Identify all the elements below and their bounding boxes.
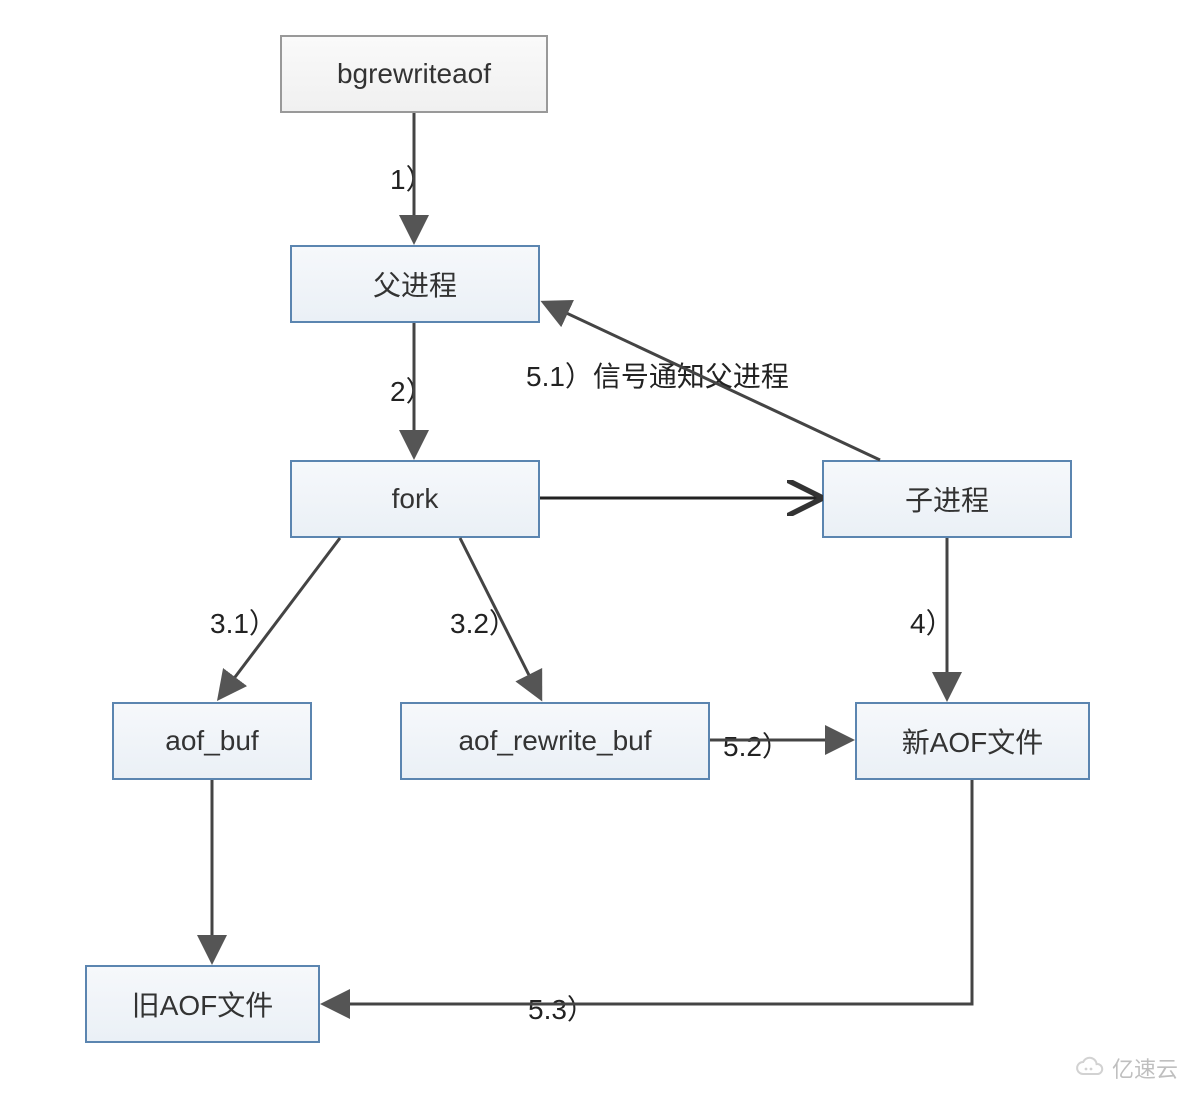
node-new-aof-file: 新AOF文件	[855, 702, 1090, 780]
edge-label-3-1: 3.1）	[210, 602, 277, 642]
node-aof-buf: aof_buf	[112, 702, 312, 780]
edge-label-5-2: 5.2）	[723, 725, 790, 765]
edge-label-3-2: 3.2）	[450, 602, 517, 642]
node-child-process: 子进程	[822, 460, 1072, 538]
connectors	[0, 0, 1193, 1099]
node-fork: fork	[290, 460, 540, 538]
node-label: aof_rewrite_buf	[458, 725, 651, 757]
node-aof-rewrite-buf: aof_rewrite_buf	[400, 702, 710, 780]
watermark: 亿速云	[1074, 1052, 1178, 1084]
node-label: aof_buf	[165, 725, 258, 757]
node-old-aof-file: 旧AOF文件	[85, 965, 320, 1043]
node-label: bgrewriteaof	[337, 58, 491, 90]
watermark-text: 亿速云	[1112, 1052, 1178, 1084]
node-label: 新AOF文件	[902, 721, 1044, 761]
edge-label-2: 2）	[390, 370, 434, 410]
edge-label-5-1: 5.1）信号通知父进程	[526, 355, 789, 395]
edge-label-1: 1）	[390, 158, 434, 198]
node-label: 子进程	[905, 479, 989, 519]
node-label: fork	[392, 483, 439, 515]
edge-label-4: 4）	[910, 602, 954, 642]
edge-label-5-3: 5.3）	[528, 988, 595, 1028]
cloud-icon	[1074, 1056, 1106, 1080]
node-label: 父进程	[373, 264, 457, 304]
node-label: 旧AOF文件	[132, 984, 274, 1024]
node-parent-process: 父进程	[290, 245, 540, 323]
node-bgrewriteaof: bgrewriteaof	[280, 35, 548, 113]
